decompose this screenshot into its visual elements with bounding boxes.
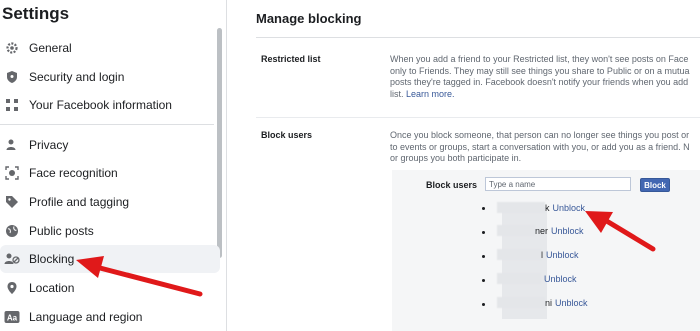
row-divider	[256, 117, 700, 118]
blocked-user-name: ni	[545, 297, 553, 308]
redacted-name	[497, 249, 541, 260]
list-bullet	[482, 279, 485, 282]
sidebar-item-language-and-region[interactable]: Aa Language and region	[0, 303, 220, 331]
grid-icon	[4, 97, 20, 113]
sidebar-item-general[interactable]: General	[0, 34, 220, 62]
description-line: Once you block someone, that person can …	[390, 130, 690, 140]
list-bullet	[482, 207, 485, 210]
unblock-link[interactable]: Unblock	[555, 298, 588, 308]
face-icon	[4, 165, 20, 181]
blocking-icon	[4, 251, 20, 267]
redacted-name	[497, 202, 545, 213]
person-lock-icon	[4, 137, 20, 153]
block-users-description: Once you block someone, that person can …	[390, 130, 690, 165]
restricted-list-description: When you add a friend to your Restricted…	[390, 54, 689, 100]
description-line: When you add a friend to your Restricted…	[390, 54, 689, 64]
redacted-name	[497, 225, 535, 236]
blocked-user-row: l Unblock	[497, 249, 579, 260]
list-bullet	[482, 303, 485, 306]
sidebar-item-label: Your Facebook information	[29, 98, 172, 112]
unblock-link[interactable]: Unblock	[544, 274, 577, 284]
block-users-field-label: Block users	[426, 180, 478, 190]
unblock-link[interactable]: Unblock	[551, 226, 584, 236]
title-divider	[256, 37, 700, 38]
main-content: Manage blocking Restricted list When you…	[227, 0, 700, 331]
description-line: list.	[390, 88, 404, 99]
description-line: posts they're tagged in. Facebook doesn'…	[390, 77, 689, 87]
sidebar-item-public-posts[interactable]: Public posts	[0, 217, 220, 245]
sidebar-item-label: General	[29, 41, 72, 55]
blocked-user-row: Unblock	[497, 273, 577, 284]
sidebar-item-face-recognition[interactable]: Face recognition	[0, 159, 220, 187]
sidebar-item-label: Language and region	[29, 310, 143, 324]
description-line: only to Friends. They may still see thin…	[390, 65, 690, 76]
sidebar-item-label: Blocking	[29, 252, 75, 266]
blocked-user-row: ner Unblock	[497, 225, 584, 236]
annotation-arrow-unblock	[585, 211, 656, 252]
gear-icon	[4, 40, 20, 56]
page-title: Manage blocking	[256, 11, 362, 26]
tag-icon	[4, 194, 20, 210]
blocked-user-row: k Unblock	[497, 202, 585, 213]
block-users-input[interactable]	[485, 177, 631, 191]
language-icon: Aa	[4, 309, 20, 325]
blocked-user-name: l	[541, 249, 543, 260]
sidebar-item-privacy[interactable]: Privacy	[0, 131, 220, 159]
blocked-user-row: ni Unblock	[497, 297, 588, 308]
sidebar-item-label: Location	[29, 281, 75, 295]
sidebar-item-label: Profile and tagging	[29, 195, 130, 209]
svg-text:Aa: Aa	[7, 314, 18, 323]
globe-icon	[4, 223, 20, 239]
location-pin-icon	[4, 280, 20, 296]
sidebar-item-label: Privacy	[29, 138, 69, 152]
sidebar-item-profile-and-tagging[interactable]: Profile and tagging	[0, 188, 220, 216]
redacted-name	[497, 297, 545, 308]
redacted-name	[497, 273, 541, 284]
sidebar-item-label: Public posts	[29, 224, 94, 238]
unblock-link[interactable]: Unblock	[546, 250, 579, 260]
block-users-label: Block users	[261, 130, 313, 140]
annotation-arrow-blocking	[76, 256, 203, 297]
settings-title: Settings	[2, 4, 70, 23]
description-line: or groups you both participate in.	[390, 153, 522, 163]
blocked-user-name: k	[545, 202, 550, 213]
shield-icon	[4, 69, 20, 85]
block-button[interactable]: Block	[640, 178, 670, 192]
sidebar-item-label: Face recognition	[29, 166, 118, 180]
unblock-link[interactable]: Unblock	[553, 203, 586, 213]
sidebar-item-security[interactable]: Security and login	[0, 63, 220, 91]
blocked-user-name: ner	[535, 225, 549, 236]
sidebar-item-your-facebook-information[interactable]: Your Facebook information	[0, 91, 220, 119]
description-line: to events or groups, start a conversatio…	[390, 141, 690, 152]
restricted-list-label: Restricted list	[261, 54, 321, 64]
learn-more-link[interactable]: Learn more.	[406, 89, 455, 99]
list-bullet	[482, 231, 485, 234]
sidebar-divider	[0, 124, 214, 125]
sidebar-item-label: Security and login	[29, 70, 125, 84]
list-bullet	[482, 255, 485, 258]
